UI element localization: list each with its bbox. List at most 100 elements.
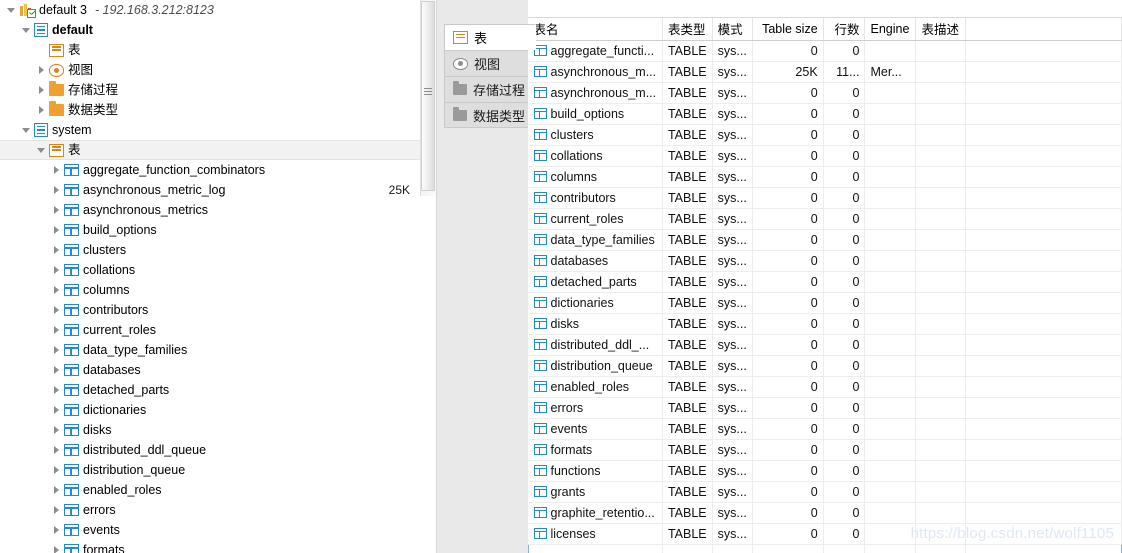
cell-engine[interactable] bbox=[864, 334, 917, 356]
chevron-right-icon[interactable] bbox=[51, 524, 63, 536]
grid-header-desc[interactable]: 表描述 bbox=[915, 18, 967, 41]
tree-node-databases[interactable]: databases bbox=[0, 360, 420, 380]
tree-node-clusters[interactable]: clusters bbox=[0, 240, 420, 260]
cell-desc[interactable] bbox=[915, 376, 967, 398]
cell-size[interactable]: 0 bbox=[752, 502, 824, 524]
cell-table-name[interactable]: asynchronous_m... bbox=[528, 82, 663, 104]
cell-type[interactable]: TABLE bbox=[662, 439, 713, 461]
cell-size[interactable]: 0 bbox=[752, 103, 824, 125]
cell-schema[interactable]: sys... bbox=[712, 40, 753, 62]
cell-desc[interactable] bbox=[915, 292, 967, 314]
cell-type[interactable]: TABLE bbox=[662, 124, 713, 146]
cell-schema[interactable]: sys... bbox=[712, 61, 753, 83]
table-row[interactable]: licenses TABLE sys... 0 0 bbox=[528, 523, 1122, 545]
cell-rows[interactable]: 0 bbox=[823, 355, 866, 377]
cell-table-name[interactable]: clusters bbox=[528, 124, 663, 146]
chevron-right-icon[interactable] bbox=[51, 344, 63, 356]
cell-rows[interactable]: 0 bbox=[823, 82, 866, 104]
cell-rows[interactable]: 0 bbox=[823, 271, 866, 293]
tree-node-columns[interactable]: columns bbox=[0, 280, 420, 300]
cell-engine[interactable] bbox=[864, 250, 917, 272]
chevron-down-icon[interactable] bbox=[6, 4, 18, 16]
cell-engine[interactable] bbox=[864, 187, 917, 209]
chevron-right-icon[interactable] bbox=[51, 244, 63, 256]
tree-node-表[interactable]: 表 bbox=[0, 40, 420, 60]
cell-rows[interactable]: 0 bbox=[823, 334, 866, 356]
cell-table-name[interactable]: contributors bbox=[528, 187, 663, 209]
cell-desc[interactable] bbox=[915, 439, 967, 461]
cell-type[interactable]: TABLE bbox=[662, 103, 713, 125]
cell-table-name[interactable]: collations bbox=[528, 145, 663, 167]
cell-desc[interactable] bbox=[915, 313, 967, 335]
tree-node-events[interactable]: events bbox=[0, 520, 420, 540]
table-row[interactable]: graphite_retentio... TABLE sys... 0 0 bbox=[528, 502, 1122, 524]
table-row[interactable]: current_roles TABLE sys... 0 0 bbox=[528, 208, 1122, 230]
cell-desc[interactable] bbox=[915, 543, 967, 553]
cell-schema[interactable]: sys... bbox=[712, 271, 753, 293]
tree-node-contributors[interactable]: contributors bbox=[0, 300, 420, 320]
cell-schema[interactable]: sys... bbox=[712, 376, 753, 398]
cell-desc[interactable] bbox=[915, 124, 967, 146]
tab-表[interactable]: 表 bbox=[444, 24, 536, 50]
cell-rows[interactable]: 0 bbox=[823, 292, 866, 314]
cell-rows[interactable]: 0 bbox=[823, 208, 866, 230]
cell-table-name[interactable]: graphite_retentio... bbox=[528, 502, 663, 524]
cell-table-name[interactable]: distribution_queue bbox=[528, 355, 663, 377]
cell-engine[interactable] bbox=[864, 145, 917, 167]
cell-schema[interactable]: sys... bbox=[712, 502, 753, 524]
cell-rows[interactable]: 0 bbox=[823, 439, 866, 461]
chevron-right-icon[interactable] bbox=[51, 284, 63, 296]
cell-table-name[interactable]: data_type_families bbox=[528, 229, 663, 251]
database-tree-panel[interactable]: default 3- 192.168.3.212:8123 default 表视图存… bbox=[0, 0, 420, 553]
chevron-right-icon[interactable] bbox=[51, 504, 63, 516]
cell-desc[interactable] bbox=[915, 523, 967, 545]
cell-schema[interactable] bbox=[712, 543, 753, 553]
cell-table-name[interactable]: columns bbox=[528, 166, 663, 188]
cell-type[interactable]: TABLE bbox=[662, 418, 713, 440]
cell-desc[interactable] bbox=[915, 250, 967, 272]
table-row[interactable]: clusters TABLE sys... 0 0 bbox=[528, 124, 1122, 146]
cell-engine[interactable] bbox=[864, 313, 917, 335]
chevron-right-icon[interactable] bbox=[36, 104, 48, 116]
chevron-down-icon[interactable] bbox=[21, 124, 33, 136]
tree-node-current_roles[interactable]: current_roles bbox=[0, 320, 420, 340]
cell-rows[interactable] bbox=[823, 543, 866, 553]
table-row[interactable]: aggregate_functi... TABLE sys... 0 0 bbox=[528, 40, 1122, 62]
tab-存储过程[interactable]: 存储过程 bbox=[444, 76, 532, 102]
cell-schema[interactable]: sys... bbox=[712, 292, 753, 314]
tree-node-视图[interactable]: 视图 bbox=[0, 60, 420, 80]
cell-type[interactable]: TABLE bbox=[662, 187, 713, 209]
cell-type[interactable]: TABLE bbox=[662, 502, 713, 524]
chevron-right-icon[interactable] bbox=[51, 324, 63, 336]
grid-header-engine[interactable]: Engine bbox=[864, 18, 917, 41]
cell-table-name[interactable]: databases bbox=[528, 250, 663, 272]
cell-desc[interactable] bbox=[915, 103, 967, 125]
tree-node-数据类型[interactable]: 数据类型 bbox=[0, 100, 420, 120]
chevron-right-icon[interactable] bbox=[51, 304, 63, 316]
cell-schema[interactable]: sys... bbox=[712, 124, 753, 146]
cell-schema[interactable]: sys... bbox=[712, 523, 753, 545]
grid-header-name[interactable]: 表名 bbox=[528, 18, 663, 41]
tree-node-存储过程[interactable]: 存储过程 bbox=[0, 80, 420, 100]
object-type-tabs[interactable]: 表视图 存储过程 数据类型 bbox=[444, 24, 536, 128]
cell-type[interactable]: TABLE bbox=[662, 229, 713, 251]
cell-size[interactable]: 0 bbox=[752, 40, 824, 62]
cell-table-name[interactable]: enabled_roles bbox=[528, 376, 663, 398]
cell-schema[interactable]: sys... bbox=[712, 208, 753, 230]
cell-engine[interactable] bbox=[864, 229, 917, 251]
cell-desc[interactable] bbox=[915, 61, 967, 83]
cell-size[interactable]: 0 bbox=[752, 229, 824, 251]
table-row[interactable]: distributed_ddl_... TABLE sys... 0 0 bbox=[528, 334, 1122, 356]
chevron-right-icon[interactable] bbox=[51, 444, 63, 456]
cell-engine[interactable] bbox=[864, 418, 917, 440]
tree-node-default 3[interactable]: default 3 - 192.168.3.212:8123 bbox=[0, 0, 420, 20]
table-row[interactable]: asynchronous_m... TABLE sys... 0 0 bbox=[528, 82, 1122, 104]
cell-rows[interactable]: 0 bbox=[823, 523, 866, 545]
cell-desc[interactable] bbox=[915, 229, 967, 251]
grid-header-row[interactable]: 表名 表类型 模式 Table size 行数 Engine 表描述 bbox=[528, 18, 1122, 41]
cell-engine[interactable] bbox=[864, 82, 917, 104]
cell-schema[interactable]: sys... bbox=[712, 187, 753, 209]
chevron-right-icon[interactable] bbox=[36, 84, 48, 96]
tree-node-data_type_families[interactable]: data_type_families bbox=[0, 340, 420, 360]
cell-desc[interactable] bbox=[915, 481, 967, 503]
